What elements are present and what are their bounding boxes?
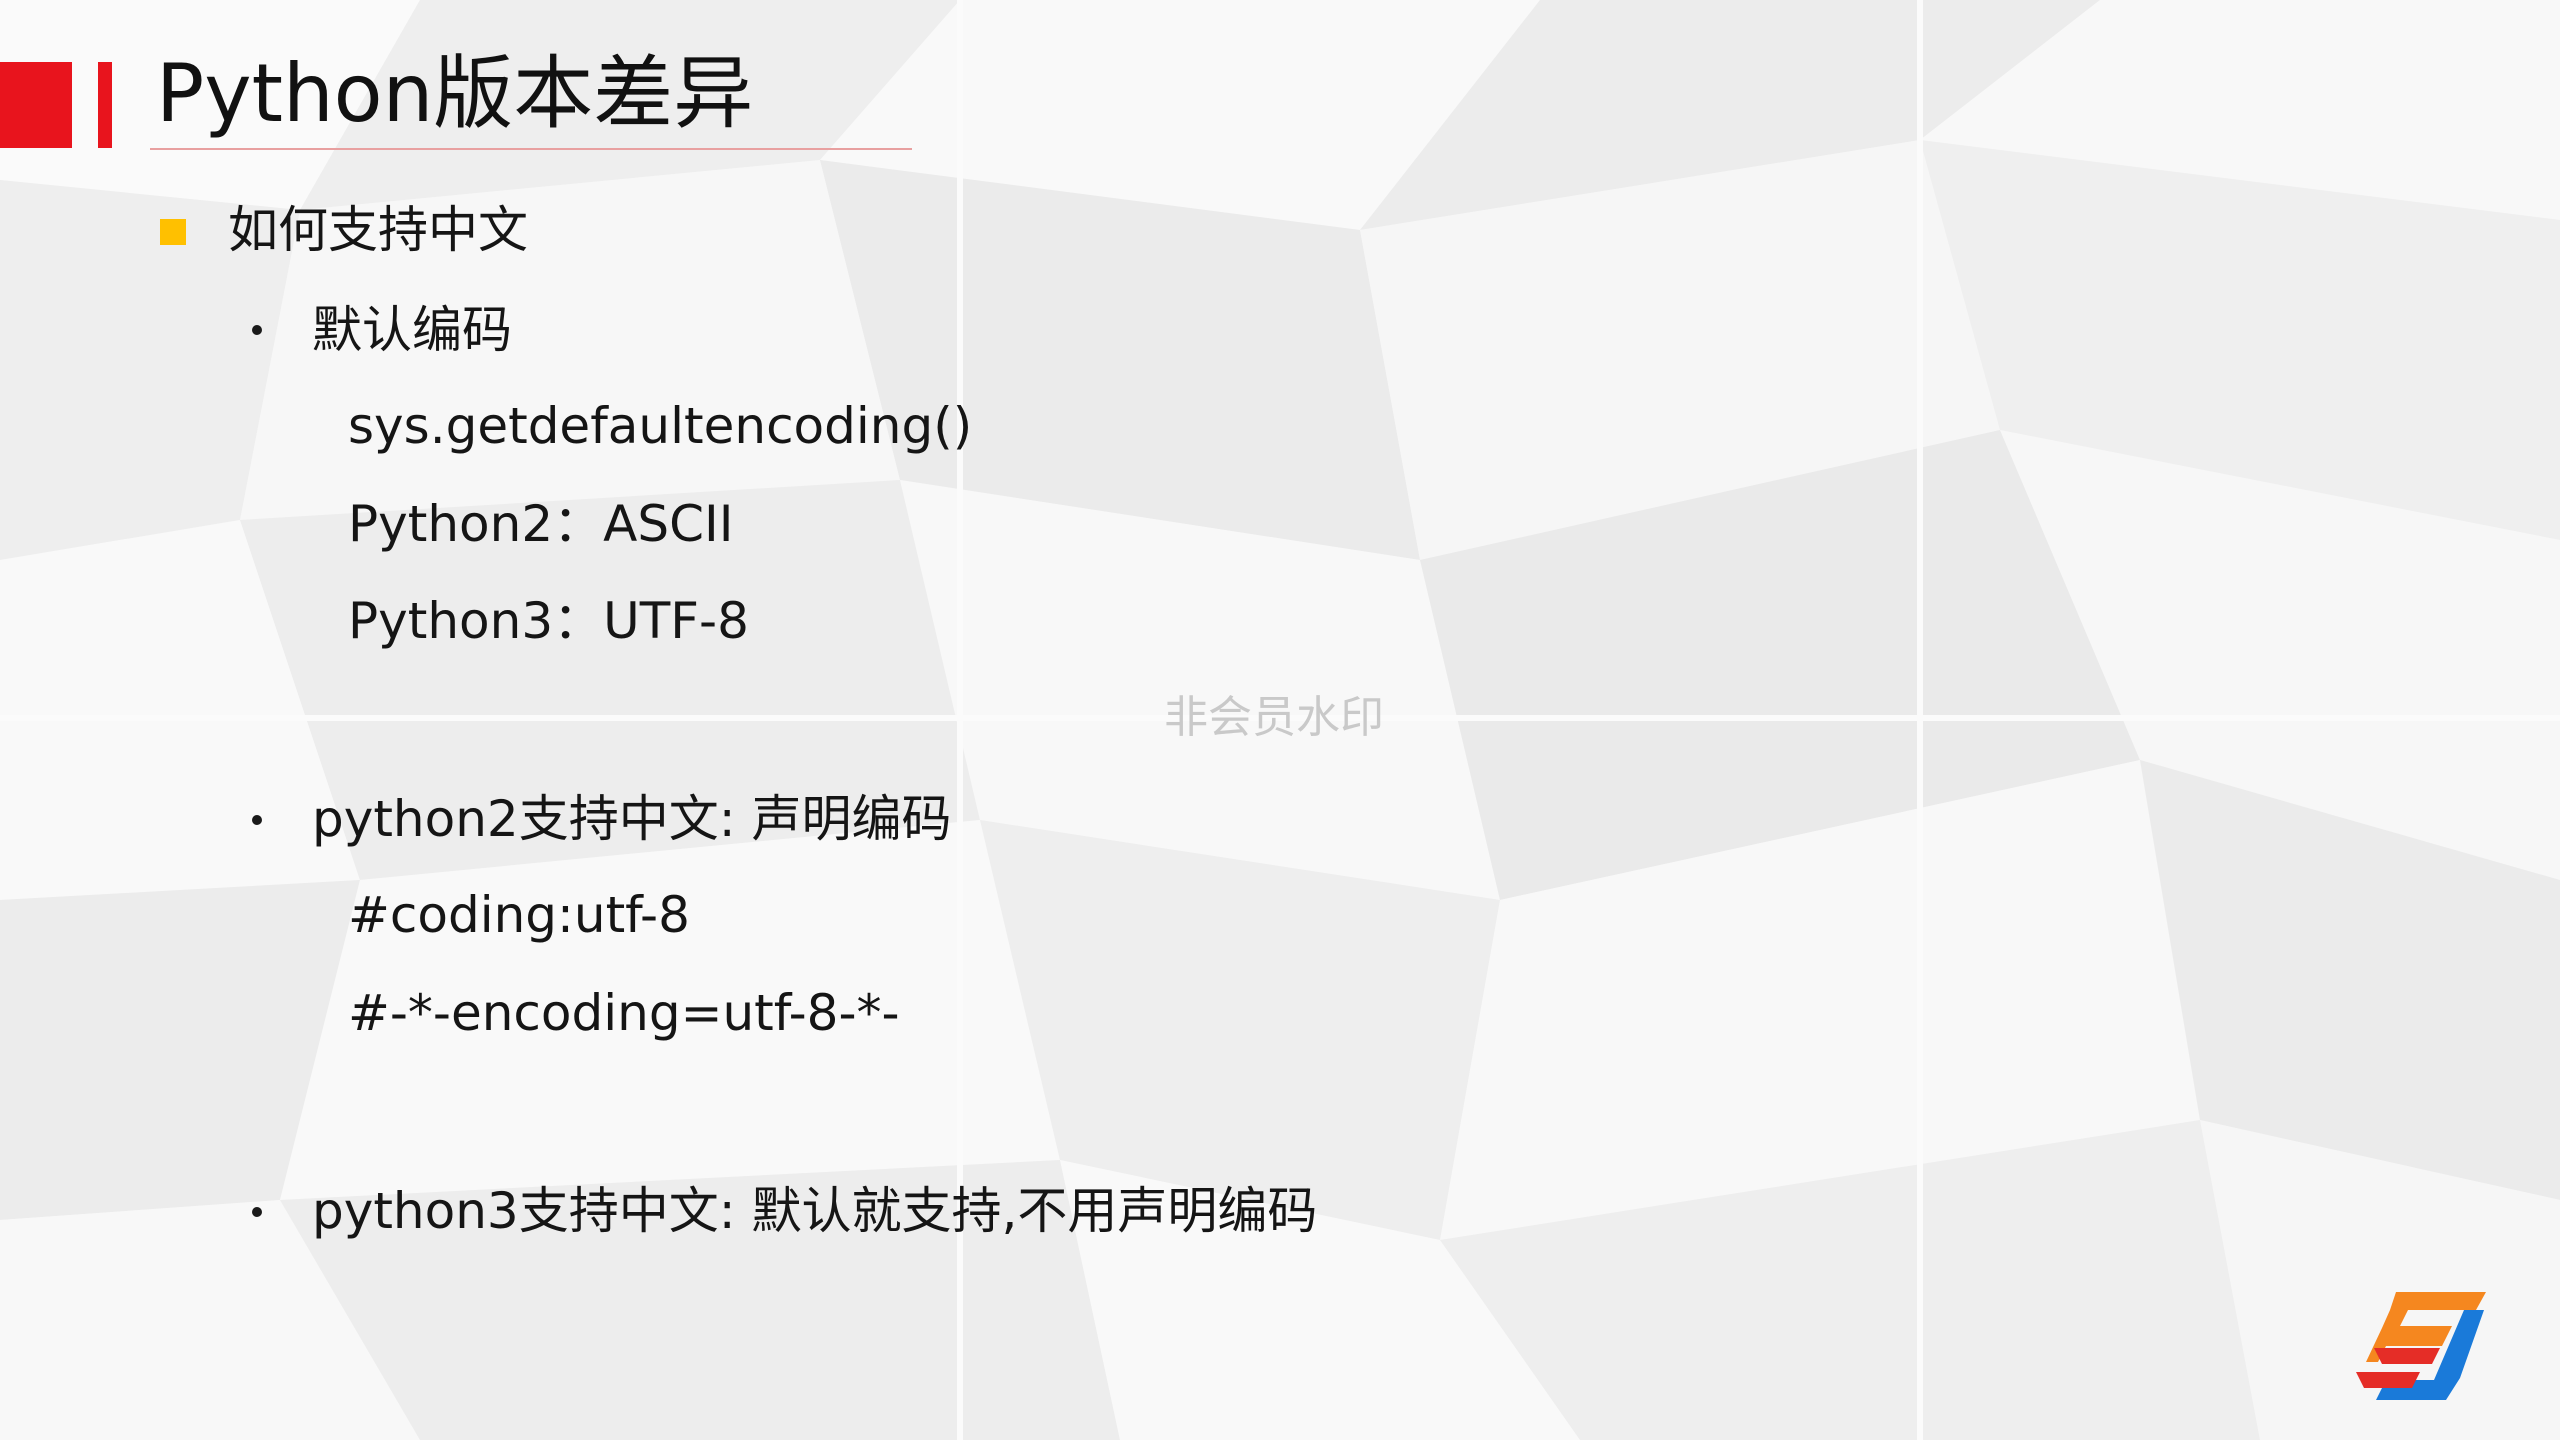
slide: Python版本差异 如何支持中文 默认编码 sys.getdefaultenc…: [0, 0, 2560, 1440]
bullet-dot-icon: [252, 325, 262, 335]
bullet-dot-icon: [252, 1207, 262, 1217]
bullet-dot-icon: [252, 815, 262, 825]
text-line-python3-utf8: Python3：UTF-8: [348, 592, 749, 650]
section-heading: 如何支持中文: [228, 201, 528, 259]
bullet-python2-chinese: python2支持中文: 声明编码: [312, 790, 952, 848]
text-line-python2-ascii: Python2：ASCII: [348, 495, 734, 553]
code-line-coding-utf8: #coding:utf-8: [348, 886, 690, 944]
title-underline: [150, 148, 912, 150]
slide-title: Python版本差异: [156, 47, 754, 140]
code-line-getdefaultencoding: sys.getdefaultencoding(): [348, 397, 973, 455]
watermark-text: 非会员水印: [1164, 692, 1384, 743]
bullet-default-encoding: 默认编码: [312, 301, 512, 359]
square-bullet-icon: [160, 219, 186, 245]
bullet-python3-chinese: python3支持中文: 默认就支持,不用声明编码: [312, 1182, 1318, 1240]
title-accent-bar: [98, 62, 112, 148]
title-accent-block: [0, 62, 72, 148]
code-line-encoding-utf8: #-*-encoding=utf-8-*-: [348, 984, 900, 1042]
sj-logo-icon: [2356, 1292, 2486, 1400]
